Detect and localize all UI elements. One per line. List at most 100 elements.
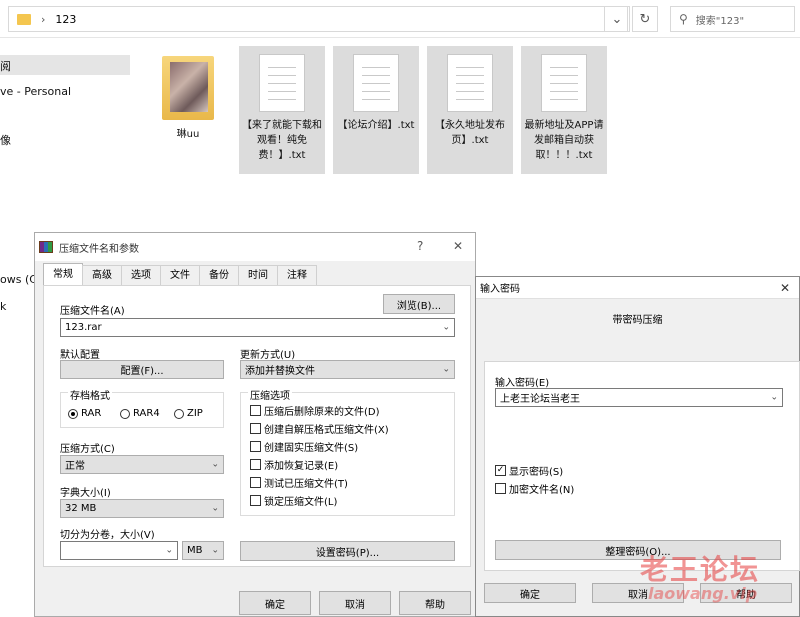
tab-files[interactable]: 文件 <box>160 265 200 285</box>
option-create-sfx[interactable]: 创建自解压格式压缩文件(X) <box>250 420 389 436</box>
file-item[interactable]: 【论坛介绍】.txt <box>333 46 419 174</box>
nav-selected-row[interactable] <box>0 55 130 75</box>
close-icon[interactable]: ✕ <box>780 281 790 295</box>
refresh-icon[interactable]: ↻ <box>632 6 658 32</box>
search-icon: ⚲ <box>679 12 688 26</box>
update-mode-value: 添加并替换文件 <box>245 366 315 377</box>
dict-size-label: 字典大小(I) <box>60 488 111 499</box>
file-name: 【永久地址发布页】.txt <box>435 120 505 146</box>
folder-name[interactable]: 琳uu <box>150 127 226 142</box>
chevron-down-icon: ⌄ <box>211 545 219 555</box>
search-input[interactable]: ⚲ 搜索"123" <box>670 6 795 32</box>
file-name: 【来了就能下载和观看！纯免费！】.txt <box>242 120 322 161</box>
help-icon[interactable]: ? <box>417 239 423 253</box>
option-test-archive[interactable]: 测试已压缩文件(T) <box>250 474 389 490</box>
format-radio-zip[interactable]: ZIP <box>174 408 203 419</box>
archive-options-label: 压缩选项 <box>248 387 292 402</box>
help-button[interactable]: 帮助 <box>399 591 471 615</box>
cancel-button[interactable]: 取消 <box>319 591 391 615</box>
chevron-right-icon: › <box>41 12 46 26</box>
text-file-icon <box>353 54 399 112</box>
method-value: 正常 <box>65 461 85 472</box>
ok-button[interactable]: 确定 <box>239 591 311 615</box>
file-name: 【论坛介绍】.txt <box>337 120 415 131</box>
method-select[interactable]: 正常 ⌄ <box>60 455 224 474</box>
chevron-down-icon[interactable]: ⌄ <box>165 545 173 555</box>
file-name: 最新地址及APP请发邮箱自动获取！！！.txt <box>524 120 604 161</box>
archive-name-value: 123.rar <box>65 322 102 333</box>
chevron-down-icon: ⌄ <box>211 459 219 469</box>
text-file-icon <box>259 54 305 112</box>
watermark-url: laowang.vip <box>648 584 758 603</box>
watermark-text: 老王论坛 <box>640 553 761 586</box>
archive-name-input[interactable]: 123.rar ⌄ <box>60 318 455 337</box>
split-volumes-label: 切分为分卷，大小(V) <box>60 530 155 541</box>
text-file-icon <box>447 54 493 112</box>
password-panel: 输入密码(E) 上老王论坛当老王 ⌄ ✓ 显示密码(S) 加密文件名(N) 整理… <box>484 361 800 571</box>
winrar-icon <box>39 241 53 253</box>
archive-format-label: 存档格式 <box>68 387 112 402</box>
password-input[interactable]: 上老王论坛当老王 ⌄ <box>495 388 783 407</box>
chevron-down-icon[interactable]: ⌄ <box>604 6 630 32</box>
password-dialog-title: 输入密码 <box>480 284 520 295</box>
address-bar-area: › 123 ⌄ ↻ ⚲ 搜索"123" <box>0 0 800 38</box>
text-file-icon <box>541 54 587 112</box>
tab-bar: 常规 高级 选项 文件 备份 时间 注释 <box>43 263 317 285</box>
tab-time[interactable]: 时间 <box>238 265 278 285</box>
nav-item-onedrive[interactable]: ve - Personal <box>0 85 71 98</box>
password-dialog-subtitle: 带密码压缩 <box>612 315 663 326</box>
split-size-input[interactable]: ⌄ <box>60 541 178 560</box>
archive-name-label: 压缩文件名(A) <box>60 306 125 317</box>
file-item[interactable]: 【来了就能下载和观看！纯免费！】.txt <box>239 46 325 174</box>
chevron-down-icon: ⌄ <box>211 503 219 513</box>
dict-size-select[interactable]: 32 MB ⌄ <box>60 499 224 518</box>
password-value: 上老王论坛当老王 <box>500 394 580 405</box>
dialog-title: 压缩文件名和参数 <box>59 243 139 255</box>
profiles-button[interactable]: 配置(F)... <box>60 360 224 379</box>
chevron-down-icon[interactable]: ⌄ <box>442 322 450 332</box>
tab-panel-general: 压缩文件名(A) 浏览(B)... 123.rar ⌄ 默认配置 配置(F)..… <box>43 285 471 567</box>
file-item[interactable]: 【永久地址发布页】.txt <box>427 46 513 174</box>
archive-options-list: 压缩后删除原来的文件(D) 创建自解压格式压缩文件(X) 创建固实压缩文件(S)… <box>250 402 389 508</box>
set-password-button[interactable]: 设置密码(P)... <box>240 541 455 561</box>
default-profile-label: 默认配置 <box>60 350 100 361</box>
option-solid[interactable]: 创建固实压缩文件(S) <box>250 438 389 454</box>
format-radio-rar4[interactable]: RAR4 <box>120 408 160 419</box>
close-icon[interactable]: ✕ <box>453 239 463 253</box>
check-icon: ✓ <box>495 464 506 476</box>
update-mode-label: 更新方式(U) <box>240 350 296 361</box>
enter-password-label: 输入密码(E) <box>495 378 550 389</box>
option-lock-archive[interactable]: 锁定压缩文件(L) <box>250 492 389 508</box>
folder-icon <box>17 13 31 25</box>
password-ok-button[interactable]: 确定 <box>484 583 576 603</box>
password-dialog-titlebar[interactable]: 输入密码 ✕ <box>476 277 799 299</box>
breadcrumb-current[interactable]: 123 <box>55 13 76 26</box>
update-mode-select[interactable]: 添加并替换文件 ⌄ <box>240 360 455 379</box>
tab-backup[interactable]: 备份 <box>199 265 239 285</box>
tab-general[interactable]: 常规 <box>43 263 83 285</box>
search-placeholder: 搜索"123" <box>695 15 745 27</box>
format-radio-rar[interactable]: RAR <box>68 408 101 419</box>
dialog-titlebar[interactable]: 压缩文件名和参数 ? ✕ <box>35 233 475 261</box>
browse-button[interactable]: 浏览(B)... <box>383 294 455 314</box>
show-password-checkbox[interactable]: ✓ 显示密码(S) <box>495 462 563 478</box>
folder-thumbnail-icon[interactable] <box>162 56 214 120</box>
file-item[interactable]: 最新地址及APP请发邮箱自动获取！！！.txt <box>521 46 607 174</box>
nav-item[interactable]: 阅 <box>0 58 11 74</box>
chevron-down-icon[interactable]: ⌄ <box>770 392 778 402</box>
split-unit-select[interactable]: MB ⌄ <box>182 541 224 560</box>
nav-item[interactable]: k <box>0 300 6 313</box>
tab-comment[interactable]: 注释 <box>277 265 317 285</box>
method-label: 压缩方式(C) <box>60 444 115 455</box>
tab-advanced[interactable]: 高级 <box>82 265 122 285</box>
archive-dialog: 压缩文件名和参数 ? ✕ 常规 高级 选项 文件 备份 时间 注释 压缩文件名(… <box>34 232 476 617</box>
dict-size-value: 32 MB <box>65 503 97 514</box>
tab-options[interactable]: 选项 <box>121 265 161 285</box>
encrypt-filenames-checkbox[interactable]: 加密文件名(N) <box>495 480 574 496</box>
address-box[interactable]: › 123 <box>8 6 628 32</box>
chevron-down-icon: ⌄ <box>442 364 450 374</box>
split-unit-value: MB <box>187 545 203 556</box>
option-delete-after[interactable]: 压缩后删除原来的文件(D) <box>250 402 389 418</box>
option-recovery-record[interactable]: 添加恢复记录(E) <box>250 456 389 472</box>
nav-item[interactable]: 像 <box>0 132 11 148</box>
